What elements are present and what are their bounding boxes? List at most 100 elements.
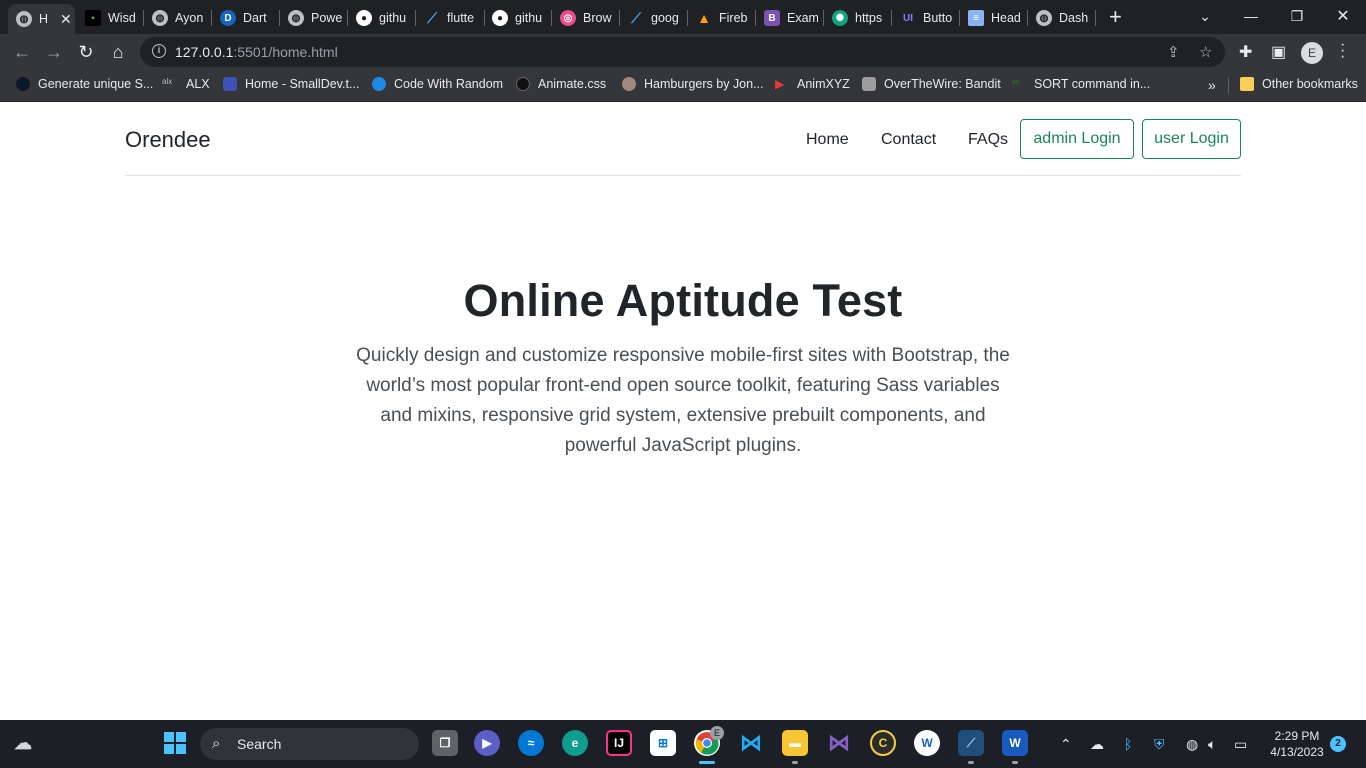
url-host: 127.0.0.1	[175, 44, 234, 60]
word-icon[interactable]: W	[1002, 730, 1028, 756]
tab-separator	[619, 10, 620, 26]
close-window-icon[interactable]: ✕	[1320, 0, 1366, 32]
tab-label: goog	[651, 11, 679, 25]
store-icon[interactable]: ⊞	[650, 730, 676, 756]
bookmark-item[interactable]: Code With Random	[372, 77, 503, 91]
weather-icon[interactable]: ☁	[10, 730, 36, 756]
nav-link-faqs[interactable]: FAQs	[968, 131, 1008, 149]
tab-item[interactable]: ⟋ goog	[628, 4, 682, 32]
user-login-button[interactable]: user Login	[1142, 119, 1241, 159]
restore-icon[interactable]: ❐	[1274, 0, 1320, 32]
bookmark-item[interactable]: alx ALX	[162, 77, 210, 91]
tab-active[interactable]: ◍ H ✕	[8, 4, 75, 34]
bookmark-label: Generate unique S...	[38, 77, 154, 91]
menu-kebab-icon[interactable]: · · ·	[1340, 37, 1345, 65]
forward-icon[interactable]: →	[42, 40, 66, 64]
ui-icon: UI	[903, 12, 913, 24]
task-view-icon[interactable]: ❐	[432, 730, 458, 756]
tab-item[interactable]: ◍ Powe	[288, 4, 342, 32]
tab-item[interactable]: D Dart	[220, 4, 272, 32]
nav-link-contact[interactable]: Contact	[881, 131, 936, 149]
terminal-app-icon[interactable]: ⟋	[958, 730, 984, 756]
bookmark-item[interactable]: Animate.css	[516, 77, 606, 91]
system-clock[interactable]: 2:29 PM 4/13/2023	[1262, 728, 1332, 760]
bookmark-item[interactable]: Generate unique S...	[16, 77, 153, 91]
tab-item[interactable]: B Exam	[764, 4, 818, 32]
app-icon[interactable]: C	[870, 730, 896, 756]
address-bar[interactable]: i 127.0.0.1:5501/home.html ⇪ ☆	[140, 37, 1225, 67]
share-icon[interactable]: ⇪	[1167, 43, 1180, 61]
visual-studio-icon[interactable]: ⋈	[826, 730, 852, 756]
tab-item[interactable]: ◍ Dash	[1036, 4, 1090, 32]
minimize-icon[interactable]: —	[1228, 0, 1274, 32]
running-indicator	[1012, 761, 1018, 764]
intellij-icon[interactable]: IJ	[606, 730, 632, 756]
battery-icon[interactable]: ▭	[1234, 736, 1247, 753]
bookmark-item[interactable]: Hamburgers by Jon...	[622, 77, 764, 91]
security-icon[interactable]: ⛨	[1154, 736, 1165, 753]
back-icon[interactable]: ←	[10, 40, 34, 64]
tab-separator	[143, 10, 144, 26]
notification-badge[interactable]: 2	[1330, 736, 1346, 752]
url-path: :5501/home.html	[233, 44, 338, 60]
reload-icon[interactable]: ↻	[74, 40, 98, 64]
file-explorer-icon[interactable]: ▬	[782, 730, 808, 756]
network-icon[interactable]: ◍	[1186, 736, 1198, 753]
site-brand[interactable]: Orendee	[125, 127, 211, 153]
tab-item[interactable]: ⟋ flutte	[424, 4, 478, 32]
teams-chat-icon[interactable]: ▶	[474, 730, 500, 756]
tab-item[interactable]: ≡ Head	[968, 4, 1022, 32]
nav-link-home[interactable]: Home	[806, 131, 849, 149]
vscode-icon[interactable]: ⋈	[738, 730, 764, 756]
start-button[interactable]	[162, 730, 188, 756]
onedrive-icon[interactable]: ☁	[1090, 736, 1104, 753]
admin-login-button[interactable]: admin Login	[1020, 119, 1134, 159]
bookmark-item[interactable]: ▶ AnimXYZ	[775, 77, 850, 91]
tab-item[interactable]: UI Butto	[900, 4, 954, 32]
bookmark-item[interactable]: Home - SmallDev.t...	[223, 77, 359, 91]
bluetooth-icon[interactable]: ᛒ	[1124, 736, 1132, 752]
tab-item[interactable]: ◍ Ayon	[152, 4, 206, 32]
alx-icon: alx	[162, 77, 173, 86]
side-panel-icon[interactable]: ▣	[1271, 42, 1286, 62]
widgets-icon[interactable]: ≈	[518, 730, 544, 756]
flutter-icon: ⟋	[631, 9, 641, 26]
globe-icon: ◍	[16, 11, 32, 27]
bookmarks-overflow-button[interactable]: »	[1208, 77, 1216, 93]
dart-icon: D	[220, 10, 236, 26]
edge-icon[interactable]: e	[562, 730, 588, 756]
tab-item[interactable]: ▪ Wisd	[85, 4, 137, 32]
bookmark-label: AnimXYZ	[797, 77, 850, 91]
tab-separator	[484, 10, 485, 26]
tray-overflow-icon[interactable]: ⌃	[1060, 736, 1072, 753]
tab-item[interactable]: ▲ Fireb	[696, 4, 750, 32]
tab-item[interactable]: ◎ Brow	[560, 4, 614, 32]
bookmark-favicon-icon	[223, 77, 237, 91]
bookmark-star-icon[interactable]: ☆	[1199, 43, 1212, 61]
bookmark-item[interactable]: ∞ SORT command in...	[1012, 77, 1150, 91]
close-icon[interactable]: ✕	[60, 11, 72, 28]
other-bookmarks-folder[interactable]: Other bookmarks	[1240, 77, 1358, 91]
tab-separator	[755, 10, 756, 26]
home-icon[interactable]: ⌂	[106, 40, 130, 64]
bookmark-item[interactable]: OverTheWire: Bandit	[862, 77, 1001, 91]
browser-toolbar: ← → ↻ ⌂ i 127.0.0.1:5501/home.html ⇪ ☆ ✚…	[0, 34, 1366, 70]
tab-label: Dash	[1059, 11, 1089, 25]
tab-item[interactable]: ● githu	[492, 4, 546, 32]
tab-item[interactable]: ● githu	[356, 4, 410, 32]
site-info-icon[interactable]: i	[152, 44, 166, 58]
bookmarks-bar: Generate unique S... alx ALX Home - Smal…	[0, 70, 1366, 102]
tab-item[interactable]: ✺ https	[832, 4, 886, 32]
tab-search-icon[interactable]: ⌄	[1182, 0, 1228, 32]
volume-icon[interactable]: 🔈︎	[1208, 736, 1216, 753]
taskbar-search[interactable]: ⌕ Search	[200, 728, 419, 760]
bookmark-favicon-icon	[16, 77, 30, 91]
new-tab-button[interactable]: +	[1109, 5, 1122, 29]
tab-label: Butto	[923, 11, 953, 25]
whatsapp-icon[interactable]: W	[914, 730, 940, 756]
bookmark-favicon-icon	[372, 77, 386, 91]
extensions-icon[interactable]: ✚	[1239, 42, 1252, 62]
profile-avatar[interactable]: E	[1301, 42, 1323, 64]
url-text[interactable]: 127.0.0.1:5501/home.html	[175, 44, 338, 60]
running-indicator	[792, 761, 798, 764]
